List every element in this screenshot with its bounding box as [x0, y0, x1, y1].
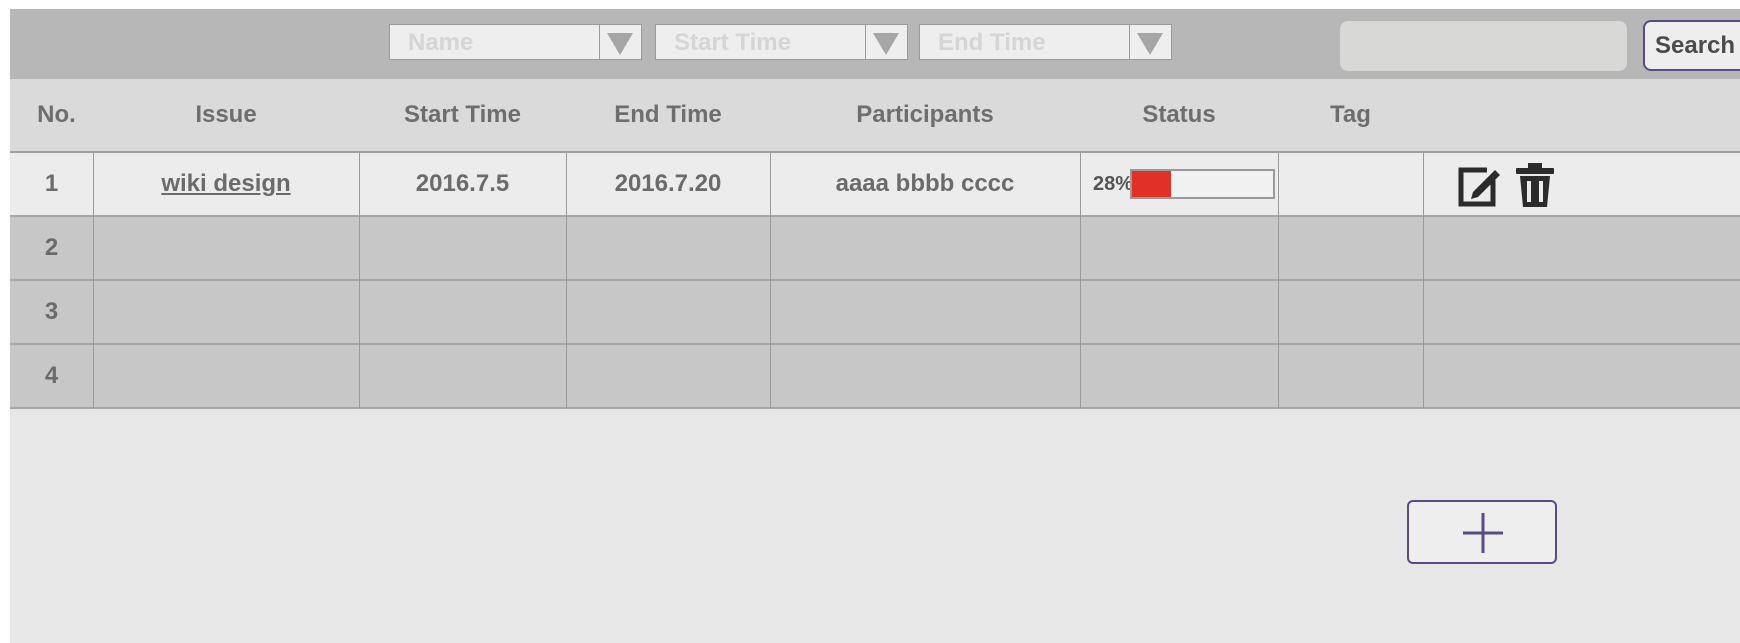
- row-number: 4: [44, 362, 59, 389]
- issue-link[interactable]: wiki design: [93, 153, 359, 215]
- header-issue: Issue: [195, 101, 257, 128]
- column-divider: [1080, 153, 1081, 409]
- header-status: Status: [1142, 101, 1216, 128]
- dropdown-arrow-icon[interactable]: [599, 25, 641, 59]
- filter-toolbar: Name Start Time End Time Search: [10, 9, 1740, 79]
- end-time-filter-select[interactable]: End Time: [919, 24, 1172, 60]
- start-time-filter-select[interactable]: Start Time: [655, 24, 908, 60]
- issue-table-panel: Name Start Time End Time Search No. Issu…: [10, 9, 1740, 643]
- dropdown-arrow-icon[interactable]: [1129, 25, 1171, 59]
- table-row: 1 wiki design 2016.7.5 2016.7.20 aaaa bb…: [10, 153, 1740, 217]
- table-row: 2: [10, 217, 1740, 281]
- start-time-filter-placeholder: Start Time: [674, 29, 791, 56]
- trash-icon[interactable]: [1515, 162, 1555, 208]
- table-row: 4: [10, 345, 1740, 409]
- plus-icon: [1463, 513, 1503, 553]
- row-number: 3: [44, 298, 59, 325]
- row-number: 1: [44, 170, 59, 197]
- name-filter-select[interactable]: Name: [389, 24, 642, 60]
- edit-icon[interactable]: [1457, 164, 1501, 208]
- participants-cell: aaaa bbbb cccc: [835, 170, 1015, 197]
- end-time-cell: 2016.7.20: [614, 170, 722, 197]
- header-participants: Participants: [856, 101, 994, 128]
- header-no: No.: [37, 101, 76, 128]
- tag-cell: [1278, 153, 1423, 215]
- header-start-time: Start Time: [404, 101, 521, 128]
- status-percent: 28%: [1093, 173, 1134, 195]
- header-tag: Tag: [1330, 101, 1371, 128]
- add-issue-button[interactable]: [1407, 500, 1557, 564]
- header-end-time: End Time: [614, 101, 722, 128]
- name-filter-placeholder: Name: [408, 29, 474, 56]
- column-divider: [1278, 153, 1279, 409]
- issue-table: 1 wiki design 2016.7.5 2016.7.20 aaaa bb…: [10, 151, 1740, 409]
- column-divider: [359, 153, 360, 409]
- column-divider: [93, 153, 94, 409]
- search-input[interactable]: [1340, 21, 1627, 71]
- column-divider: [770, 153, 771, 409]
- row-number: 2: [44, 234, 59, 261]
- column-divider: [566, 153, 567, 409]
- column-divider: [1423, 153, 1424, 409]
- progress-fill: [1132, 171, 1172, 197]
- start-time-cell: 2016.7.5: [415, 170, 510, 197]
- dropdown-arrow-icon[interactable]: [865, 25, 907, 59]
- status-progress-bar: [1130, 169, 1275, 199]
- table-row: 3: [10, 281, 1740, 345]
- search-button[interactable]: Search: [1643, 20, 1740, 71]
- end-time-filter-placeholder: End Time: [938, 29, 1046, 56]
- table-header: No. Issue Start Time End Time Participan…: [10, 79, 1740, 151]
